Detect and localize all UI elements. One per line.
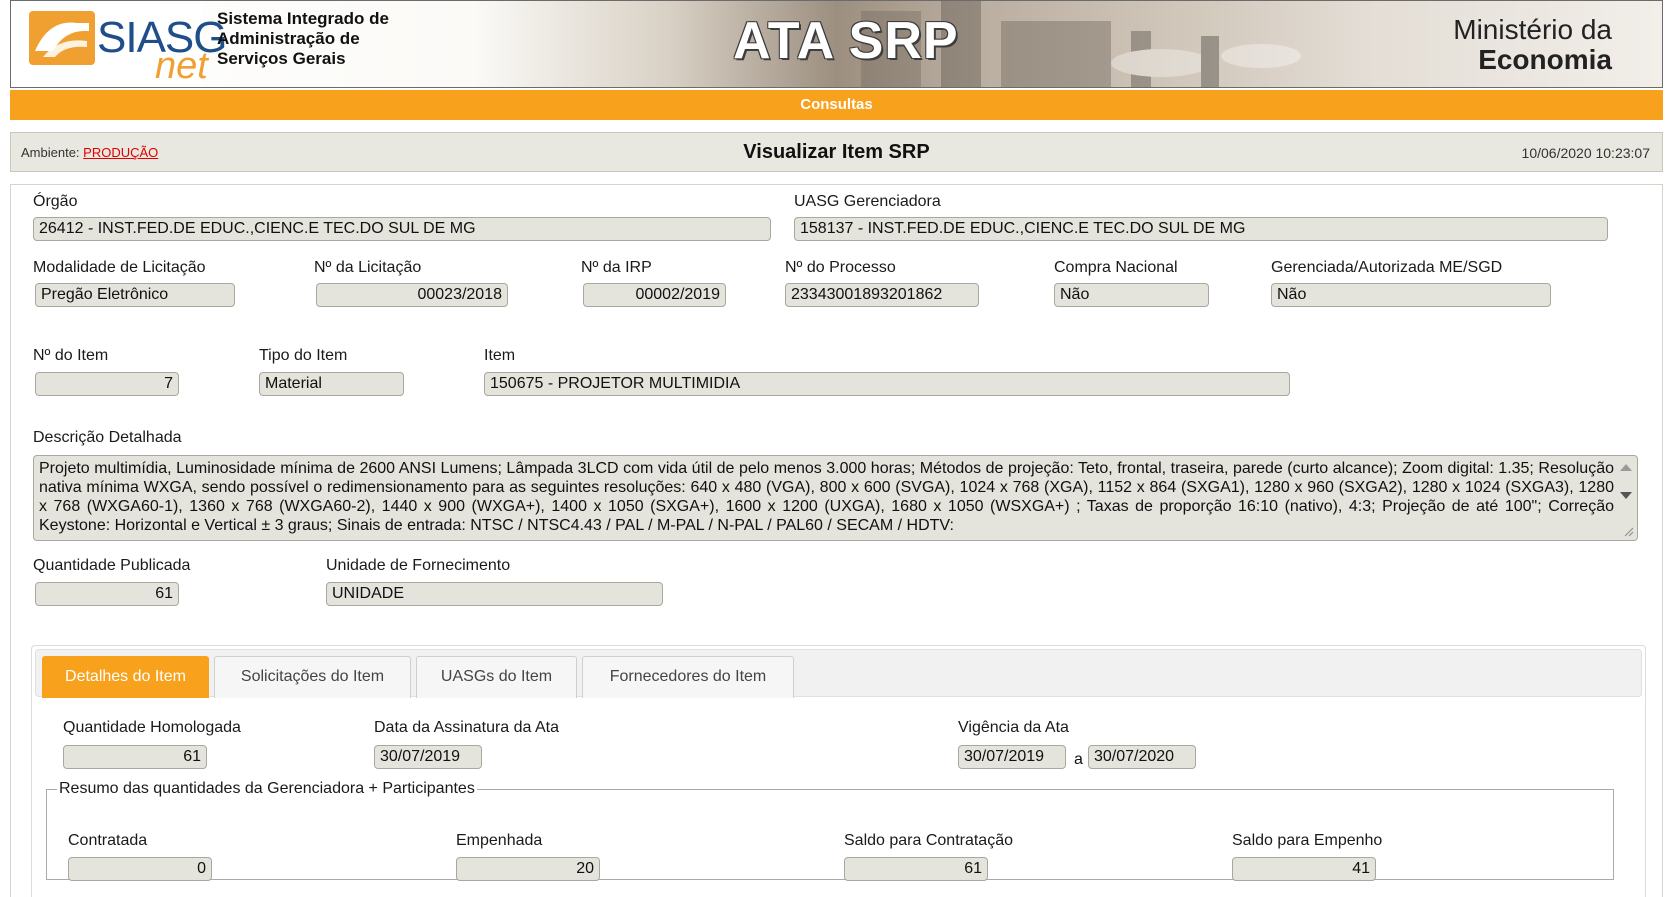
ambiente-label: Ambiente:	[21, 145, 80, 160]
unidade-field: UNIDADE	[326, 582, 663, 606]
descricao-label: Descrição Detalhada	[33, 429, 182, 446]
datetime: 10/06/2020 10:23:07	[1521, 145, 1650, 161]
item-label: Item	[484, 347, 516, 364]
gerenciada-field: Não	[1271, 283, 1551, 307]
ministry-label: Ministério da Economia	[1453, 15, 1612, 75]
licitacao-field: 00023/2018	[316, 283, 508, 307]
banner-title: ATA SRP	[733, 12, 959, 70]
descricao-text: Projeto multimídia, Luminosidade mínima …	[39, 460, 1614, 534]
logo-subtext: net	[155, 45, 208, 87]
system-name: Sistema Integrado de Administração de Se…	[217, 9, 407, 69]
processo-field: 23343001893201862	[785, 283, 979, 307]
processo-label: Nº do Processo	[785, 259, 896, 276]
system-name-line: Administração de	[217, 29, 360, 48]
qtd-publicada-label: Quantidade Publicada	[33, 557, 191, 574]
title-bar: Ambiente: PRODUÇÃO Visualizar Item SRP 1…	[10, 132, 1663, 172]
qtd-publicada-field: 61	[35, 582, 179, 606]
tab-fornecedores-item[interactable]: Fornecedores do Item	[582, 656, 794, 698]
menu-item-consultas[interactable]: Consultas	[800, 96, 873, 113]
descricao-textarea[interactable]: Projeto multimídia, Luminosidade mínima …	[33, 455, 1638, 541]
contratada-field: 0	[68, 857, 212, 881]
ambiente-info: Ambiente: PRODUÇÃO	[21, 145, 158, 160]
saldo-contratacao-label: Saldo para Contratação	[844, 832, 1013, 849]
tab-uasgs-item[interactable]: UASGs do Item	[416, 656, 577, 698]
uasg-field: 158137 - INST.FED.DE EDUC.,CIENC.E TEC.D…	[794, 217, 1608, 241]
gerenciada-label: Gerenciada/Autorizada ME/SGD	[1271, 259, 1503, 276]
modalidade-label: Modalidade de Licitação	[33, 259, 206, 276]
resumo-quantidades-group: Resumo das quantidades da Gerenciadora +…	[46, 780, 1614, 880]
irp-field: 00002/2019	[583, 283, 726, 307]
licitacao-label: Nº da Licitação	[314, 259, 422, 276]
ambiente-link[interactable]: PRODUÇÃO	[83, 145, 158, 160]
resize-grip-icon[interactable]	[1624, 527, 1634, 537]
qtd-homologada-field: 61	[63, 745, 207, 769]
empenhada-label: Empenhada	[456, 832, 543, 849]
compra-nacional-field: Não	[1054, 283, 1209, 307]
num-item-label: Nº do Item	[33, 347, 109, 364]
unidade-label: Unidade de Fornecimento	[326, 557, 511, 574]
data-assinatura-field: 30/07/2019	[374, 745, 482, 769]
scroll-down-arrow-icon[interactable]	[1620, 492, 1632, 499]
tipo-item-field: Material	[259, 372, 404, 396]
system-name-line: Sistema Integrado de	[217, 9, 389, 28]
system-name-line: Serviços Gerais	[217, 49, 346, 68]
item-field: 150675 - PROJETOR MULTIMIDIA	[484, 372, 1290, 396]
data-assinatura-label: Data da Assinatura da Ata	[374, 719, 560, 736]
resumo-legend: Resumo das quantidades da Gerenciadora +…	[59, 780, 475, 797]
tab-detalhes-item[interactable]: Detalhes do Item	[42, 656, 209, 698]
num-item-field: 7	[35, 372, 179, 396]
siasgnet-logo: SIASG net	[17, 5, 227, 87]
page-title: Visualizar Item SRP	[743, 141, 930, 163]
main-panel: Órgão 26412 - INST.FED.DE EDUC.,CIENC.E …	[10, 184, 1663, 897]
vigencia-separator: a	[1074, 751, 1083, 768]
tipo-item-label: Tipo do Item	[259, 347, 348, 364]
ministry-line1: Ministério da	[1453, 14, 1612, 45]
menu-bar: Consultas	[10, 90, 1663, 120]
orgao-label: Órgão	[33, 193, 78, 210]
tab-solicitacoes-item[interactable]: Solicitações do Item	[214, 656, 411, 698]
ministry-line2: Economia	[1478, 44, 1612, 75]
header-banner: SIASG net Sistema Integrado de Administr…	[10, 0, 1663, 88]
siasg-logo-mark-icon	[29, 11, 95, 65]
saldo-empenho-label: Saldo para Empenho	[1232, 832, 1383, 849]
orgao-field: 26412 - INST.FED.DE EDUC.,CIENC.E TEC.DO…	[33, 217, 771, 241]
vigencia-label: Vigência da Ata	[958, 719, 1069, 736]
compra-nacional-label: Compra Nacional	[1054, 259, 1178, 276]
tabs-bar: Detalhes do Item Solicitações do Item UA…	[35, 649, 1642, 698]
vigencia-to-field: 30/07/2020	[1088, 745, 1196, 769]
qtd-homologada-label: Quantidade Homologada	[63, 719, 241, 736]
uasg-label: UASG Gerenciadora	[794, 193, 941, 210]
contratada-label: Contratada	[68, 832, 148, 849]
empenhada-field: 20	[456, 857, 600, 881]
modalidade-field: Pregão Eletrônico	[35, 283, 235, 307]
scroll-up-arrow-icon[interactable]	[1620, 464, 1632, 471]
irp-label: Nº da IRP	[581, 259, 652, 276]
saldo-contratacao-field: 61	[844, 857, 988, 881]
saldo-empenho-field: 41	[1232, 857, 1376, 881]
vigencia-from-field: 30/07/2019	[958, 745, 1066, 769]
